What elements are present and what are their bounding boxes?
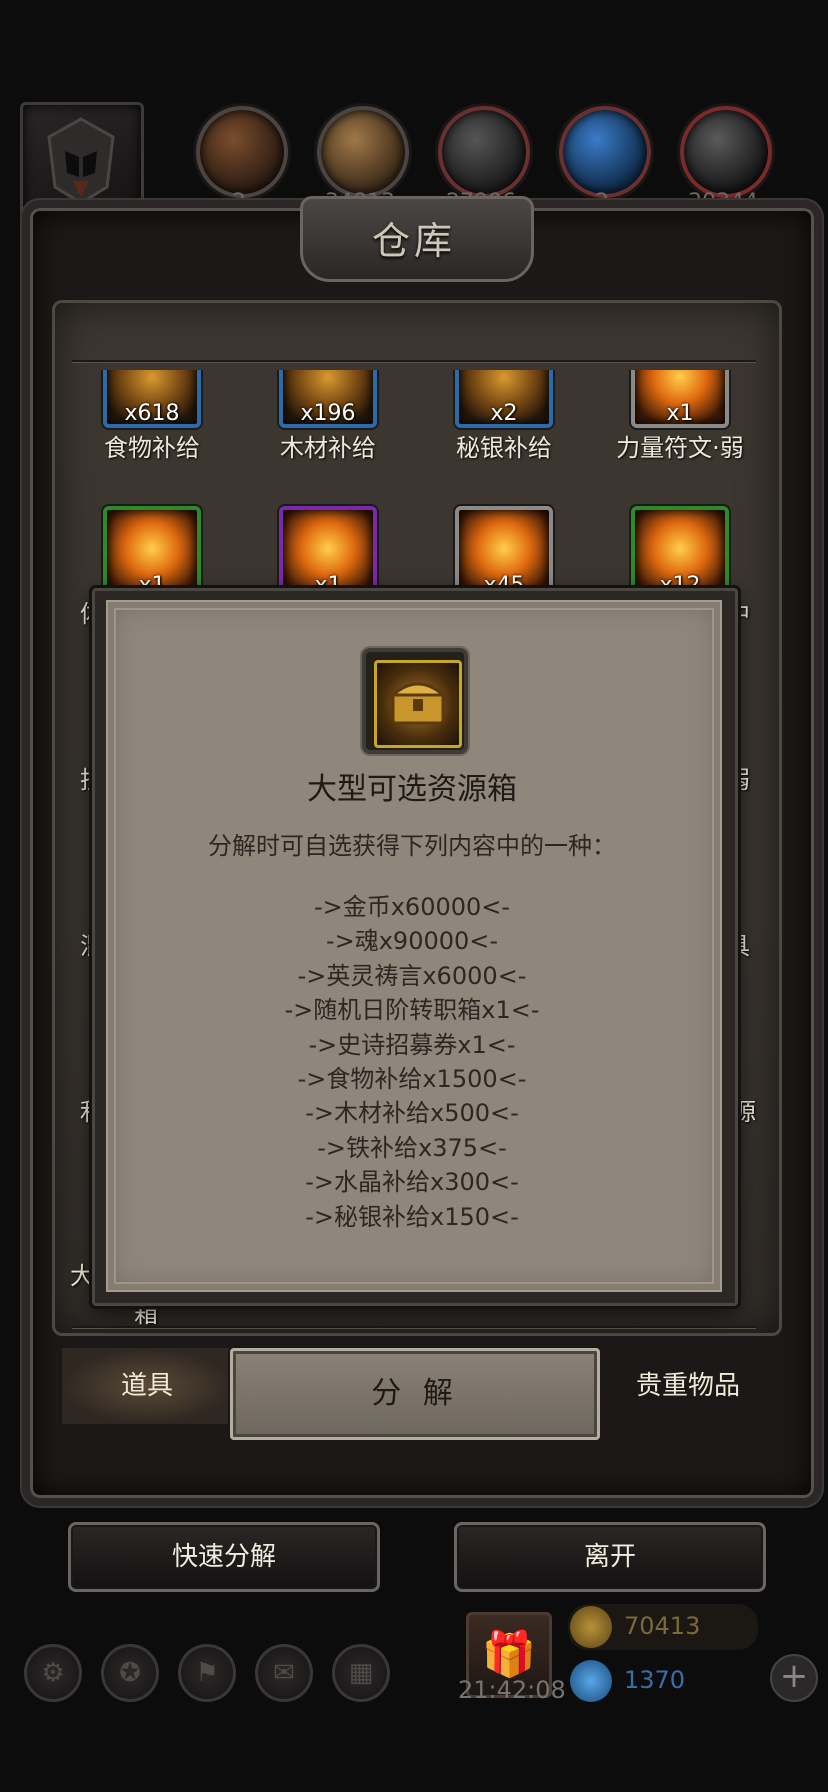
top-divider	[72, 360, 756, 362]
item-name-partial: 大	[70, 1262, 94, 1290]
clock-text: 21:42:08	[458, 1676, 566, 1704]
quick-decompose-button[interactable]: 快速分解	[68, 1522, 380, 1592]
add-currency-button[interactable]: +	[770, 1654, 818, 1702]
resource-chest-icon	[362, 648, 468, 754]
reward-option-list: ->金币x60000<- ->魂x90000<- ->英灵祷言x6000<- -…	[106, 890, 718, 1234]
item-quantity: x618	[124, 401, 180, 426]
reward-option: ->水晶补给x300<-	[305, 1168, 519, 1197]
item-cell[interactable]: x1	[600, 370, 760, 428]
reward-option: ->魂x90000<-	[325, 927, 499, 956]
bottom-divider	[72, 1326, 756, 1328]
reward-option: ->史诗招募券x1<-	[308, 1030, 516, 1059]
supply-chest-icon: x196	[279, 370, 377, 428]
modal-description: 分解时可自选获得下列内容中的一种：	[208, 832, 616, 860]
gold-display: 70413	[568, 1604, 758, 1650]
item-quantity: x2	[490, 401, 518, 426]
reward-option: ->木材补给x500<-	[305, 1099, 519, 1128]
reward-option: ->铁补给x375<-	[317, 1133, 507, 1162]
guild-icon[interactable]: ⚑	[178, 1644, 236, 1702]
item-quantity: x196	[300, 401, 356, 426]
hero-icon[interactable]: ✪	[101, 1644, 159, 1702]
supply-chest-icon: x2	[455, 370, 553, 428]
item-name: 食物补给	[104, 434, 200, 462]
reward-option: ->金币x60000<-	[313, 893, 511, 921]
tab-items[interactable]: 道具	[62, 1348, 232, 1424]
rune-icon: x12	[631, 506, 729, 600]
gold-coin-icon	[570, 1606, 612, 1648]
item-cell[interactable]: x196	[248, 370, 408, 428]
settings-icon[interactable]: ⚙	[24, 1644, 82, 1702]
item-quantity: x1	[666, 401, 694, 426]
item-cell[interactable]: x618	[72, 370, 232, 428]
item-cell[interactable]: x1	[72, 506, 232, 600]
chest-icon	[374, 660, 462, 748]
iron-resource-icon[interactable]	[438, 106, 530, 198]
crystal-resource-icon[interactable]	[559, 106, 651, 198]
leave-button[interactable]: 离开	[454, 1522, 766, 1592]
modal-title: 大型可选资源箱	[307, 772, 517, 807]
mail-icon[interactable]: ✉	[255, 1644, 313, 1702]
tab-decompose[interactable]: 分 解	[230, 1348, 600, 1440]
rune-icon: x1	[631, 370, 729, 428]
mithril-resource-icon[interactable]	[680, 106, 772, 198]
item-name: 力量符文·弱	[616, 434, 744, 462]
item-cell[interactable]: x1	[248, 506, 408, 600]
item-name: 木材补给	[280, 434, 376, 462]
wood-resource-icon[interactable]	[317, 106, 409, 198]
gold-value: 70413	[624, 1612, 701, 1640]
item-cell[interactable]: x2	[424, 370, 584, 428]
item-cell[interactable]: x12	[600, 506, 760, 600]
item-cell[interactable]: x45	[424, 506, 584, 600]
rune-icon: x45	[455, 506, 553, 600]
tab-valuables[interactable]: 贵重物品	[600, 1348, 776, 1424]
gem-value: 1370	[624, 1666, 686, 1694]
storage-icon[interactable]: ▦	[332, 1644, 390, 1702]
gem-icon	[570, 1660, 612, 1702]
item-name: 秘银补给	[456, 434, 552, 462]
gem-display: 1370	[568, 1658, 758, 1704]
warehouse-title: 仓库	[371, 219, 456, 263]
supply-chest-icon: x618	[103, 370, 201, 428]
reward-option: ->食物补给x1500<-	[297, 1064, 527, 1093]
reward-option: ->随机日阶转职箱x1<-	[284, 996, 540, 1025]
food-resource-icon[interactable]	[196, 106, 288, 198]
reward-option: ->英灵祷言x6000<-	[297, 961, 527, 990]
rune-icon: x1	[279, 506, 377, 600]
reward-option: ->秘银补给x150<-	[305, 1202, 519, 1231]
rune-icon: x1	[103, 506, 201, 600]
helmet-icon	[47, 117, 115, 205]
